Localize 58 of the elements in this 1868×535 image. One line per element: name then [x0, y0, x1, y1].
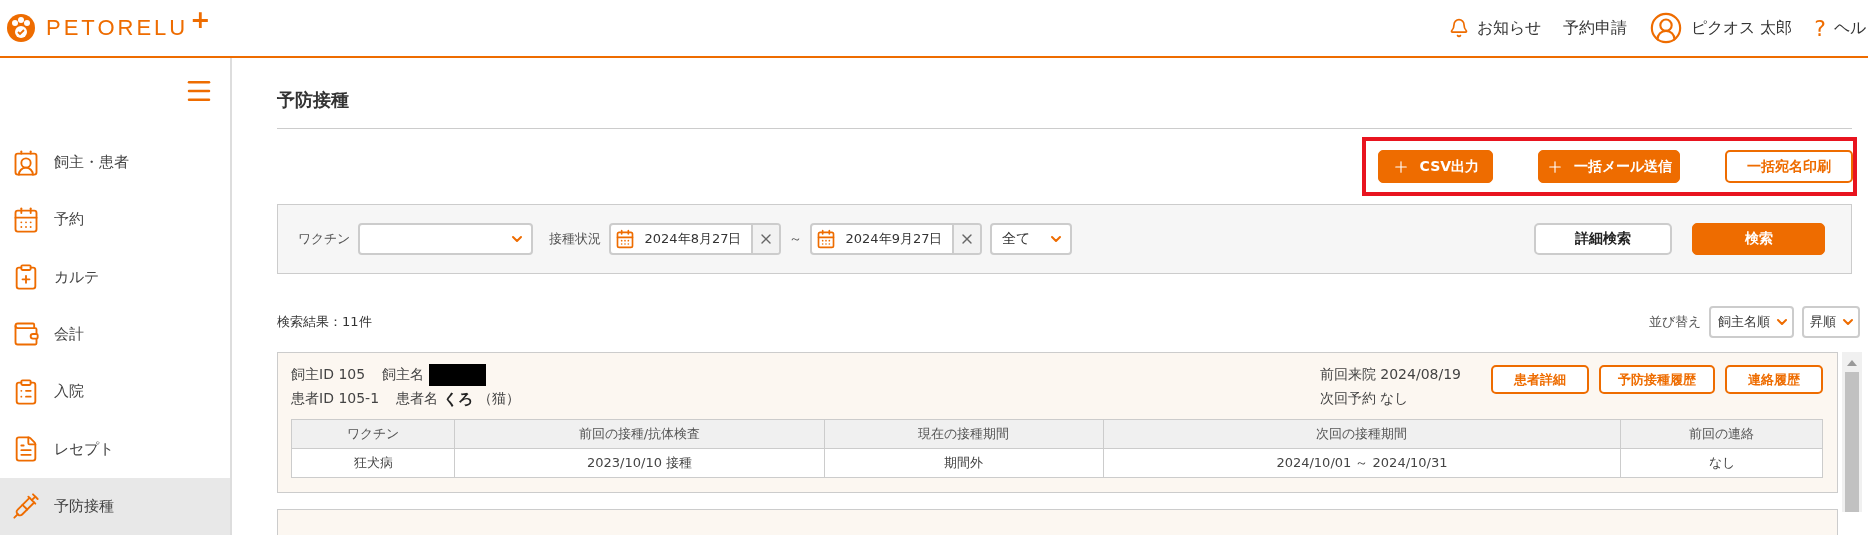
sidebar-item[interactable]: 飼主・患者 [0, 134, 230, 192]
range-separator: ～ [789, 230, 802, 248]
owner-name-label: 飼主名 [382, 366, 425, 384]
next-reservation: 次回予約 なし [1319, 389, 1410, 408]
table-cell: 2024/10/01 ～ 2024/10/31 [1103, 448, 1621, 478]
table-cell: 狂犬病 [291, 448, 455, 478]
calendar-icon [816, 229, 836, 249]
scrollbar-thumb[interactable] [1845, 372, 1859, 512]
sidebar-item[interactable]: 予約 [0, 191, 230, 249]
scroll-up-icon [1847, 360, 1857, 366]
column-header: 次回の接種期間 [1103, 419, 1621, 449]
column-header: 現在の接種期間 [824, 419, 1104, 449]
page-title: 予防接種 [277, 88, 1852, 129]
calendar-icon [12, 205, 40, 234]
scrollbar[interactable] [1842, 352, 1862, 512]
sidebar-item[interactable]: カルテ [0, 248, 230, 306]
header-link[interactable]: 予約申請 [1563, 17, 1628, 39]
last-visit: 前回来院 2024/08/19 [1319, 365, 1461, 384]
filter-label: 接種状況 [549, 230, 601, 248]
redaction-block [429, 364, 487, 386]
table-cell: 2023/10/10 接種 [454, 448, 825, 478]
sort-label: 並び替え [1649, 313, 1701, 331]
date-field[interactable]: 2024年8月27日 [609, 223, 781, 255]
date-field[interactable]: 2024年9月27日 [810, 223, 982, 255]
sidebar-item[interactable]: 入院 [0, 363, 230, 421]
owner-id: 飼主ID 105 [291, 366, 366, 384]
user-menu[interactable]: ピクオス 太郎 [1649, 11, 1793, 45]
header-link[interactable]: お知らせ [1449, 17, 1542, 39]
sidebar-item[interactable]: 予防接種 [0, 477, 230, 535]
contact-card-icon [12, 148, 40, 177]
paw-logo-icon [6, 13, 36, 43]
patient-id: 患者ID 105-1 [291, 390, 380, 408]
sort-select[interactable]: 飼主名順 [1709, 306, 1794, 338]
species: （猫） [478, 390, 521, 408]
sidebar-item[interactable]: 会計 [0, 305, 230, 364]
patient-name-label: 患者名 [396, 390, 439, 408]
user-avatar-icon [1649, 11, 1684, 45]
order-select[interactable]: 昇順 [1802, 306, 1860, 338]
syringe-icon [12, 492, 40, 521]
filter-label: ワクチン [298, 230, 350, 248]
table-cell: なし [1620, 448, 1823, 478]
bell-icon [1449, 18, 1470, 38]
calendar-icon [615, 229, 635, 249]
column-header: 前回の接種/抗体検査 [454, 419, 825, 449]
clear-button[interactable] [751, 225, 779, 253]
result-count: 検索結果：11件 [277, 313, 372, 331]
logo-text: PETORELU [46, 15, 189, 41]
status-select[interactable]: 全て [990, 223, 1072, 255]
table-cell: 期間外 [824, 448, 1104, 478]
sidebar-item[interactable]: レセプト [0, 420, 230, 478]
detail-search-button[interactable]: 詳細検索 [1534, 223, 1672, 255]
vaccine-select[interactable] [358, 223, 533, 255]
clear-button[interactable] [952, 225, 980, 253]
logo-plus-mark: + [190, 6, 211, 34]
column-header: 前回の連絡 [1620, 419, 1823, 449]
patient-name: くろ [443, 389, 474, 409]
help-link[interactable]: ? ヘル [1814, 15, 1866, 41]
column-header: ワクチン [291, 419, 455, 449]
